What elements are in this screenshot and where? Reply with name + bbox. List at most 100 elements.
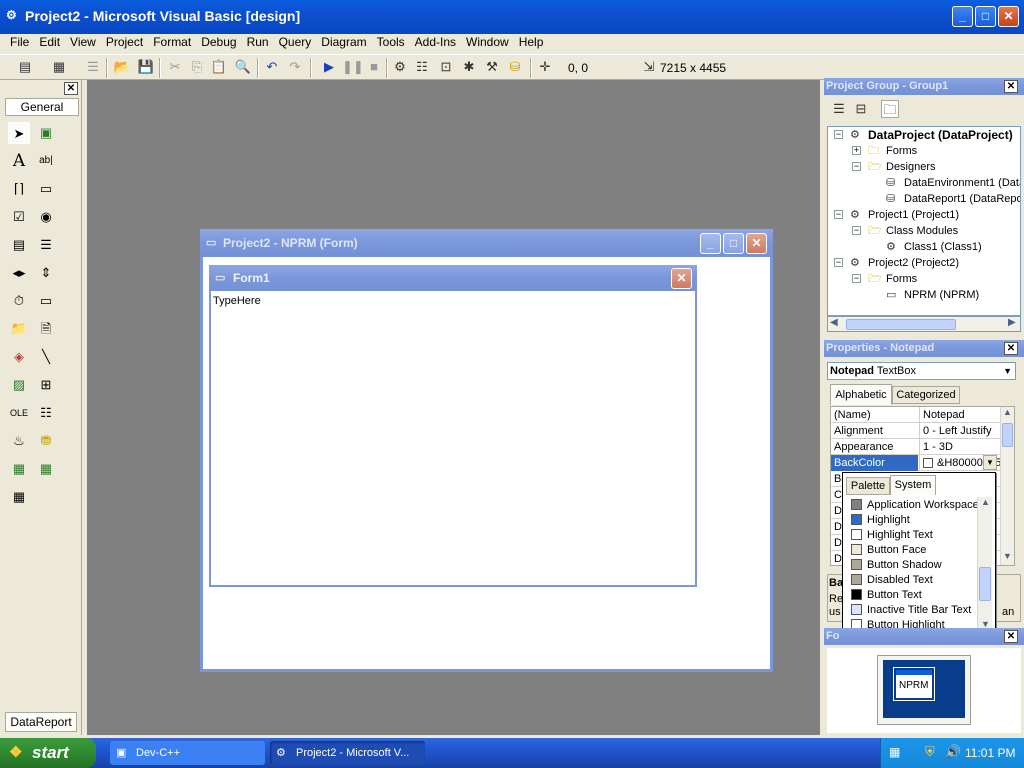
toolbox-icon[interactable]: ⚒ — [483, 58, 501, 76]
object-browser-icon[interactable]: ✱ — [460, 58, 478, 76]
property-grid-vscroll[interactable]: ▲ ▼ — [1000, 407, 1014, 565]
datarepeater-tool-icon[interactable]: ▦ — [35, 458, 57, 480]
form-designer-title-bar[interactable]: ▭ Project2 - NPRM (Form) _ □ ✕ — [200, 229, 773, 257]
open-project-icon[interactable]: 📂 — [113, 58, 131, 76]
tab-system[interactable]: System — [890, 475, 936, 495]
maximize-button[interactable]: □ — [975, 6, 996, 27]
tree-node-label[interactable]: Project1 (Project1) — [868, 207, 959, 223]
tree-collapse-icon[interactable]: − — [852, 162, 861, 171]
menu-editor-icon[interactable]: ☰ — [84, 58, 102, 76]
view-code-icon[interactable]: ☰ — [830, 100, 848, 118]
optionbutton-tool-icon[interactable]: ◉ — [35, 206, 57, 228]
tree-collapse-icon[interactable]: − — [852, 274, 861, 283]
color-list-vscroll[interactable]: ▲ ▼ — [977, 497, 992, 633]
tab-categorized[interactable]: Categorized — [892, 386, 960, 404]
color-picker-popup[interactable]: Palette System Application Workspace High… — [842, 472, 996, 636]
data-tool-icon[interactable]: ⊞ — [35, 374, 57, 396]
add-form-icon[interactable]: ▦ — [50, 58, 68, 76]
form-layout-title-bar[interactable]: Fo — [824, 628, 1024, 645]
color-option[interactable]: Button Shadow — [851, 558, 942, 573]
color-option[interactable]: Inactive Title Bar Text — [851, 603, 971, 618]
toolbox-close-icon[interactable]: ✕ — [64, 82, 78, 95]
paste-icon[interactable]: 📋 — [210, 58, 228, 76]
tab-palette[interactable]: Palette — [846, 477, 890, 495]
property-scroll-down-icon[interactable]: ▼ — [1003, 551, 1012, 561]
form1-title-bar[interactable]: ▭ Form1 ✕ — [209, 265, 697, 291]
tree-node-label[interactable]: DataEnvironment1 (DataEnvironment) — [904, 175, 1020, 191]
view-object-icon[interactable]: ⊟ — [852, 100, 870, 118]
commandbutton-tool-icon[interactable]: ▭ — [35, 178, 57, 200]
menu-item-window[interactable]: Window — [461, 32, 514, 52]
menu-item-tools[interactable]: Tools — [372, 32, 410, 52]
tree-node-label[interactable]: Forms — [886, 143, 917, 159]
textbox-tool-icon[interactable]: ab| — [35, 150, 57, 172]
tree-collapse-icon[interactable]: − — [834, 210, 843, 219]
break-icon[interactable]: ❚❚ — [342, 58, 364, 76]
property-value[interactable]: 0 - Left Justify — [919, 423, 1001, 439]
tree-node-label[interactable]: DataReport1 (DataReport) — [904, 191, 1020, 207]
tree-node-label[interactable]: Designers — [886, 159, 936, 175]
line-tool-icon[interactable]: ╲ — [35, 346, 57, 368]
tree-expand-icon[interactable]: + — [852, 146, 861, 155]
minimize-button[interactable]: _ — [952, 6, 973, 27]
ole-tool-icon[interactable]: OLE — [8, 402, 30, 424]
close-button[interactable]: ✕ — [998, 6, 1019, 27]
vscrollbar-tool-icon[interactable]: ⇕ — [35, 262, 57, 284]
property-row[interactable]: Appearance 1 - 3D — [831, 439, 1001, 455]
hflexgrid-tool-icon[interactable]: ▦ — [8, 458, 30, 480]
picturebox-tool-icon[interactable]: ▣ — [35, 122, 57, 144]
tree-collapse-icon[interactable]: − — [834, 130, 843, 139]
project-group-title-bar[interactable]: Project Group - Group1 — [824, 78, 1024, 95]
scroll-right-icon[interactable]: ▶ — [1008, 317, 1016, 328]
main-title-bar[interactable]: ⚙ Project2 - Microsoft Visual Basic [des… — [0, 0, 1024, 34]
tab-alphabetic[interactable]: Alphabetic — [830, 384, 892, 405]
filelistbox-tool-icon[interactable]: 🗎 — [35, 318, 57, 340]
combobox-tool-icon[interactable]: ▤ — [8, 234, 30, 256]
form1-close-button[interactable]: ✕ — [671, 268, 692, 289]
toggle-folders-icon[interactable]: 🗀 — [881, 100, 899, 118]
msflexgrid-tool-icon[interactable]: ▦ — [8, 486, 30, 508]
project-explorer-icon[interactable]: ⚙ — [391, 58, 409, 76]
keyboard-icon[interactable]: ▦ — [889, 745, 900, 759]
run-icon[interactable]: ▶ — [320, 58, 338, 76]
scroll-left-icon[interactable]: ◀ — [830, 317, 838, 328]
save-project-icon[interactable]: 💾 — [137, 58, 155, 76]
color-scroll-thumb[interactable] — [979, 567, 991, 601]
notepad-textbox[interactable]: TypeHere — [213, 295, 261, 307]
menu-item-project[interactable]: Project — [101, 32, 148, 52]
property-row[interactable]: BackColor&H80000005&▼ — [831, 455, 1001, 471]
form-designer-close-button[interactable]: ✕ — [746, 233, 767, 254]
volume-icon[interactable]: 🔊 — [945, 744, 961, 760]
hscrollbar-tool-icon[interactable]: ◂▸ — [8, 262, 30, 284]
datacombo-tool-icon[interactable]: ♨ — [8, 430, 30, 452]
properties-close-icon[interactable]: ✕ — [1004, 342, 1018, 355]
copy-icon[interactable]: ⎘ — [188, 58, 206, 76]
listbox-tool-icon[interactable]: ☰ — [35, 234, 57, 256]
toolbox-general-tab[interactable]: General — [5, 98, 79, 116]
color-option[interactable]: Button Text — [851, 588, 922, 603]
form-designer-minimize-button[interactable]: _ — [700, 233, 721, 254]
property-scroll-up-icon[interactable]: ▲ — [1003, 407, 1012, 417]
form-designer-maximize-button[interactable]: □ — [723, 233, 744, 254]
menu-item-query[interactable]: Query — [274, 32, 317, 52]
tree-collapse-icon[interactable]: − — [852, 226, 861, 235]
menu-item-diagram[interactable]: Diagram — [316, 32, 371, 52]
menu-item-help[interactable]: Help — [514, 32, 549, 52]
taskbar-task-vb[interactable]: ⚙ Project2 - Microsoft V... — [270, 741, 425, 765]
tree-node-label[interactable]: Class Modules — [886, 223, 958, 239]
properties-title-bar[interactable]: Properties - Notepad — [824, 340, 1024, 357]
tree-node-label[interactable]: Forms — [886, 271, 917, 287]
redo-icon[interactable]: ↷ — [286, 58, 304, 76]
menu-item-debug[interactable]: Debug — [196, 32, 241, 52]
form-layout-close-icon[interactable]: ✕ — [1004, 630, 1018, 643]
properties-window-icon[interactable]: ☷ — [413, 58, 431, 76]
frame-tool-icon[interactable]: ⌈⌉ — [8, 178, 30, 200]
add-project-icon[interactable]: ▤ — [16, 58, 34, 76]
menu-item-file[interactable]: File — [5, 32, 34, 52]
tree-collapse-icon[interactable]: − — [834, 258, 843, 267]
hscroll-thumb[interactable] — [846, 319, 956, 330]
property-scroll-thumb[interactable] — [1002, 423, 1013, 447]
label-tool-icon[interactable]: A — [8, 150, 30, 172]
end-icon[interactable]: ■ — [365, 58, 383, 76]
color-option[interactable]: Application Workspace — [851, 498, 977, 513]
